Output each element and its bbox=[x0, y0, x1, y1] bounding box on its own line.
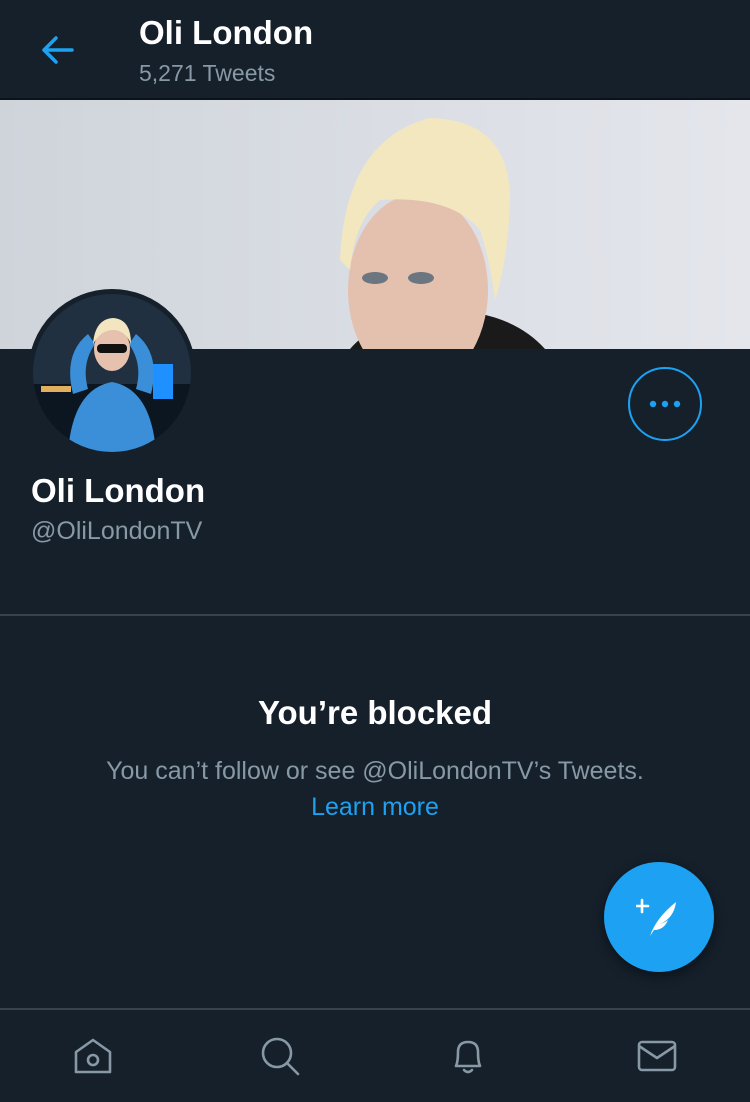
mail-icon bbox=[637, 1040, 677, 1072]
home-icon bbox=[74, 1038, 112, 1074]
compose-tweet-button[interactable] bbox=[604, 862, 714, 972]
avatar-image bbox=[33, 294, 191, 452]
tweet-count: 5,271 Tweets bbox=[139, 60, 276, 86]
search-icon bbox=[261, 1037, 300, 1076]
more-options-button[interactable] bbox=[628, 367, 702, 441]
divider bbox=[0, 614, 750, 616]
bell-icon bbox=[454, 1040, 482, 1074]
tab-notifications[interactable] bbox=[428, 1024, 508, 1088]
blocked-title: You’re blocked bbox=[257, 694, 493, 731]
profile-display-name: Oli London bbox=[31, 472, 206, 509]
compose-tweet-icon bbox=[636, 898, 676, 936]
tab-messages[interactable] bbox=[617, 1024, 697, 1088]
tab-home[interactable] bbox=[53, 1024, 133, 1088]
arrow-left-icon bbox=[42, 36, 74, 64]
profile-header: Oli London 5,271 Tweets bbox=[0, 0, 750, 100]
tab-search[interactable] bbox=[240, 1024, 320, 1088]
bottom-tab-bar bbox=[0, 1008, 750, 1102]
header-title: Oli London bbox=[139, 14, 314, 51]
blocked-message: You can’t follow or see @OliLondonTV’s T… bbox=[106, 757, 644, 785]
learn-more-link[interactable]: Learn more bbox=[0, 793, 750, 822]
back-button[interactable] bbox=[36, 30, 80, 70]
profile-handle: @OliLondonTV bbox=[31, 517, 203, 545]
more-dots-icon bbox=[649, 400, 681, 408]
avatar[interactable] bbox=[28, 289, 196, 457]
